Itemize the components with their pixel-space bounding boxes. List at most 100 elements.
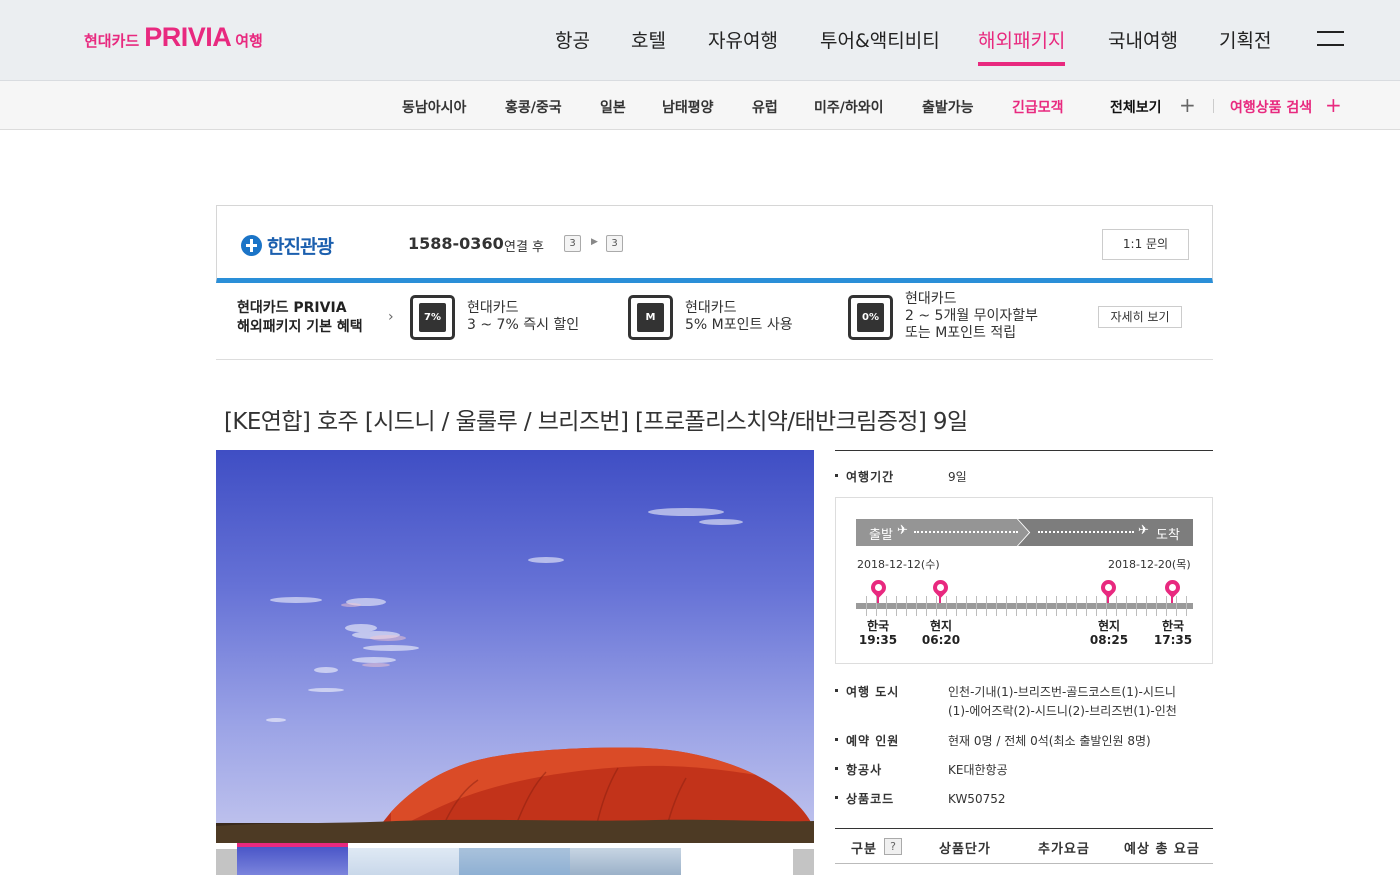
thumb-prev-button[interactable] [216, 849, 237, 875]
airline-value: KE대한항공 [948, 763, 1008, 777]
stop-3-time: 08:25 [1089, 633, 1129, 647]
code-value: KW50752 [948, 792, 1006, 806]
zero-interest-icon: 0% [848, 295, 893, 340]
arrive-label: 도착 [1156, 528, 1180, 543]
nav-item-flight[interactable]: 항공 [555, 26, 590, 53]
duration-label: 여행기간 [846, 470, 895, 484]
thumb-next-button[interactable] [793, 849, 814, 875]
chevron-right-icon[interactable]: › [388, 309, 394, 325]
benefit-2-text: 현대카드 5% M포인트 사용 [685, 300, 793, 334]
plane-icon: ✈ [1138, 523, 1149, 538]
nav-item-domestic[interactable]: 국내여행 [1108, 26, 1178, 53]
people-value: 현재 0명 / 전체 0석(최소 출발인원 8명) [948, 734, 1151, 748]
discount-7pct-icon: 7% [410, 295, 455, 340]
m-point-icon: M [628, 295, 673, 340]
duration-value: 9일 [948, 470, 967, 484]
stop-4-time: 17:35 [1153, 633, 1193, 647]
code-label: 상품코드 [846, 792, 895, 806]
product-photo[interactable] [216, 450, 814, 843]
depart-label: 출발 [869, 528, 893, 543]
benefit-2-line2: 5% M포인트 사용 [685, 317, 793, 333]
stop-4: 한국 17:35 [1151, 619, 1195, 647]
subnav-americas-hawaii[interactable]: 미주/하와이 [814, 97, 884, 117]
cities-value: 인천-기내(1)-브리즈번-골드코스트(1)-시드니 (1)-에어즈락(2)-시… [948, 683, 1177, 721]
view-all-plus-icon[interactable]: + [1179, 93, 1196, 117]
stop-3: 현지 08:25 [1087, 619, 1131, 647]
menu-icon[interactable] [1317, 31, 1344, 48]
stop-3-place: 현지 [1097, 619, 1121, 633]
benefit-1-line1: 현대카드 [467, 300, 519, 316]
partner-name: 한진관광 [267, 236, 334, 258]
uluru-image [216, 508, 814, 843]
subnav-europe[interactable]: 유럽 [752, 97, 778, 117]
hanjin-logo: 한진관광 [241, 232, 334, 259]
help-icon[interactable]: ? [884, 838, 902, 855]
benefits-title-line2: 해외패키지 기본 혜택 [237, 319, 363, 335]
benefit-3-line3: 또는 M포인트 적립 [905, 325, 1017, 341]
subnav-southeast-asia[interactable]: 동남아시아 [402, 97, 466, 117]
benefit-2-line1: 현대카드 [685, 300, 737, 316]
depart-date: 2018-12-12(수) [857, 558, 940, 571]
benefits-title-line1: 현대카드 PRIVIA [237, 300, 347, 316]
benefit-1-line2: 3 ~ 7% 즉시 할인 [467, 317, 580, 333]
people-label: 예약 인원 [846, 734, 900, 748]
col-extra-fee: 추가요금 [1038, 842, 1090, 857]
airline-label: 항공사 [846, 763, 883, 777]
benefits-title[interactable]: 현대카드 PRIVIA 해외패키지 기본 혜택 [237, 299, 363, 337]
subnav-divider [1213, 99, 1214, 113]
benefit-3-text: 현대카드 2 ~ 5개월 무이자할부 또는 M포인트 적립 [905, 291, 1038, 342]
price-table-header: 구분 ? 상품단가 추가요금 예상 총 요금 [835, 828, 1213, 864]
cities-line2: (1)-에어즈락(2)-시드니(2)-브리즈번(1)-인천 [948, 704, 1177, 718]
sub-nav: 동남아시아 홍콩/중국 일본 남태평양 유럽 미주/하와이 출발가능 긴급모객 … [0, 81, 1400, 130]
subnav-urgent[interactable]: 긴급모객 [1012, 97, 1064, 117]
subnav-hongkong-china[interactable]: 홍콩/중국 [505, 97, 562, 117]
partner-phone: 1588-0360 [408, 234, 504, 253]
col-total: 예상 총 요금 [1124, 842, 1200, 857]
nav-item-tour-activity[interactable]: 투어&액티비티 [820, 26, 940, 53]
stop-2-place: 현지 [929, 619, 953, 633]
nav-item-free-travel[interactable]: 자유여행 [708, 26, 778, 53]
subnav-view-all[interactable]: 전체보기 [1110, 97, 1162, 117]
thumbnail-4[interactable] [570, 848, 681, 875]
partner-contact-box: 한진관광 1588-0360 연결 후 3 ▶ 3 1:1 문의 [216, 205, 1213, 283]
stop-4-place: 한국 [1161, 619, 1185, 633]
stop-2: 현지 06:20 [919, 619, 963, 647]
hanjin-mark-icon [241, 235, 262, 256]
subnav-japan[interactable]: 일본 [600, 97, 626, 117]
stop-1-place: 한국 [866, 619, 890, 633]
inquiry-button[interactable]: 1:1 문의 [1102, 229, 1189, 260]
product-info-panel: 여행기간 9일 출발 ✈ ✈ 도착 2018-12-12(수) 2018-12-… [835, 450, 1213, 875]
flight-timeline: 출발 ✈ ✈ 도착 2018-12-12(수) 2018-12-20(목) 한국… [835, 497, 1213, 664]
plane-icon: ✈ [897, 523, 908, 538]
stop-2-time: 06:20 [921, 633, 961, 647]
cities-label: 여행 도시 [846, 685, 900, 699]
thumbnail-1[interactable] [237, 843, 348, 875]
subnav-south-pacific[interactable]: 남태평양 [662, 97, 714, 117]
photo-thumbnails [216, 843, 814, 875]
product-title: [KE연합] 호주 [시드니 / 울룰루 / 브리즈번] [프로폴리스치약/태반… [224, 409, 968, 435]
col-category: 구분 [851, 842, 877, 857]
col-unit-price: 상품단가 [939, 842, 991, 857]
subnav-product-search[interactable]: 여행상품 검색 [1230, 97, 1312, 117]
nav-item-hotel[interactable]: 호텔 [631, 26, 666, 53]
nav-item-special[interactable]: 기획전 [1219, 26, 1271, 53]
stop-1-time: 19:35 [858, 633, 898, 647]
benefit-1-text: 현대카드 3 ~ 7% 즉시 할인 [467, 300, 579, 334]
cities-line1: 인천-기내(1)-브리즈번-골드코스트(1)-시드니 [948, 685, 1176, 699]
subnav-departure-ready[interactable]: 출발가능 [922, 97, 974, 117]
key-1: 3 [564, 235, 581, 252]
phone-after-text: 연결 후 [504, 240, 545, 255]
thumbnail-2[interactable] [348, 848, 459, 875]
benefit-detail-button[interactable]: 자세히 보기 [1098, 306, 1182, 328]
key-arrow-icon: ▶ [591, 237, 598, 247]
card-benefits: 현대카드 PRIVIA 해외패키지 기본 혜택 › 7% 현대카드 3 ~ 7%… [216, 283, 1213, 360]
benefit-3-line2: 2 ~ 5개월 무이자할부 [905, 308, 1039, 324]
thumbnail-3[interactable] [459, 848, 570, 875]
key-2: 3 [606, 235, 623, 252]
main-nav: 항공 호텔 자유여행 투어&액티비티 해외패키지 국내여행 기획전 [0, 26, 1400, 66]
stop-1: 한국 19:35 [856, 619, 900, 647]
benefit-3-line1: 현대카드 [905, 291, 957, 307]
search-plus-icon[interactable]: + [1325, 93, 1342, 117]
arrive-date: 2018-12-20(목) [1108, 558, 1191, 571]
nav-item-overseas-package[interactable]: 해외패키지 [978, 26, 1066, 66]
